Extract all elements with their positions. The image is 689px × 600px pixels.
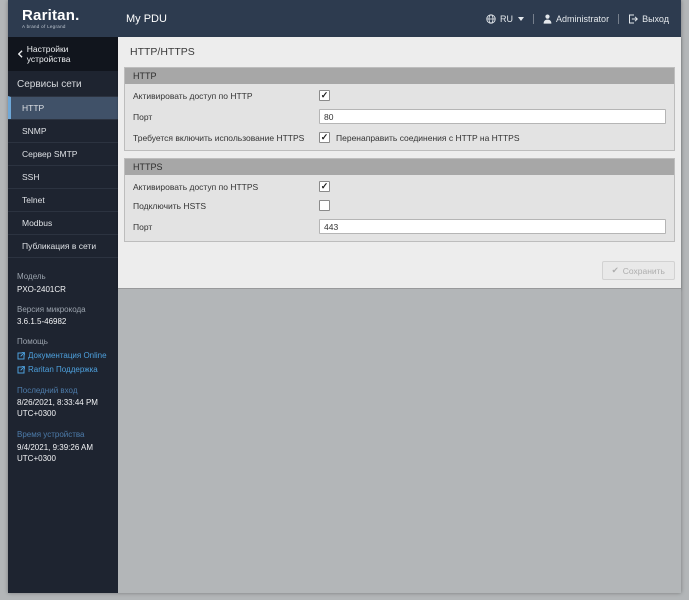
logout-button[interactable]: Выход [628, 14, 669, 24]
sidebar-item-http[interactable]: HTTP [8, 96, 118, 119]
https-port-input[interactable] [319, 219, 666, 234]
https-enable-checkbox[interactable]: ✓ [319, 181, 330, 192]
background-area [118, 289, 681, 593]
external-link-icon [17, 366, 25, 374]
row-http-enable: Активировать доступ по HTTP ✓ [125, 86, 674, 105]
external-link-icon [17, 352, 25, 360]
main-area: HTTP/HTTPS HTTP Активировать доступ по H… [118, 37, 681, 593]
sidebar-nav: HTTP SNMP Сервер SMTP SSH Telnet Modbus … [8, 96, 118, 258]
https-enable-label: Активировать доступ по HTTPS [133, 181, 259, 192]
http-enable-label: Активировать доступ по HTTP [133, 90, 253, 101]
globe-icon [486, 13, 496, 24]
https-port-label: Порт [133, 221, 153, 232]
page-title: HTTP/HTTPS [130, 46, 195, 58]
sidebar-item-modbus[interactable]: Modbus [8, 211, 118, 234]
raritan-logo: Raritan. A brand of Legrand [8, 8, 118, 29]
language-label: RU [500, 13, 514, 24]
logout-icon [629, 14, 639, 23]
user-icon [543, 14, 552, 24]
row-hsts-enable: Подключить HSTS [125, 196, 674, 215]
last-login-label: Последний вход [17, 385, 78, 395]
http-port-label: Порт [133, 111, 153, 122]
last-login-value: 8/26/2021, 8:33:44 PM UTC+0300 [17, 398, 98, 419]
save-button[interactable]: ✔ Сохранить [601, 261, 675, 280]
model-label: Модель [17, 272, 46, 281]
link-online-documentation[interactable]: Документация Online [17, 351, 109, 362]
back-link-label: Настройки устройства [26, 44, 71, 64]
firmware-value: 3.6.1.5-46982 [17, 317, 67, 327]
row-https-port: Порт [125, 215, 674, 238]
group-http: HTTP Активировать доступ по HTTP ✓ Порт [124, 67, 675, 151]
logo-tagline: A brand of Legrand [22, 24, 66, 29]
http-enable-checkbox[interactable]: ✓ [319, 90, 330, 101]
sidebar-item-telnet[interactable]: Telnet [8, 188, 118, 211]
help-label: Помощь [17, 337, 48, 347]
logo-brand-text: Raritan. [22, 7, 80, 24]
language-selector[interactable]: RU [486, 13, 525, 24]
http-port-input[interactable] [319, 109, 666, 124]
app-window: Raritan. A brand of Legrand My PDU RU Ad… [8, 0, 681, 593]
save-button-label: Сохранить [622, 265, 665, 276]
hsts-enable-checkbox[interactable] [319, 200, 330, 211]
chevron-down-icon [518, 16, 525, 21]
user-menu[interactable]: Administrator [543, 14, 609, 24]
top-bar: Raritan. A brand of Legrand My PDU RU Ad… [8, 0, 681, 37]
topbar-right: RU Administrator Выход [486, 13, 681, 24]
device-time-value: 9/4/2021, 9:39:26 AM UTC+0300 [17, 442, 94, 463]
group-http-header: HTTP [125, 68, 674, 84]
model-value: PXO-2401CR [17, 284, 66, 294]
chevron-left-icon [18, 50, 23, 58]
device-time-label: Время устройства [17, 429, 85, 439]
user-name-label: Administrator [556, 13, 610, 24]
http-redirect-checkbox[interactable]: ✓ [319, 132, 330, 143]
link-raritan-support[interactable]: Raritan Поддержка [17, 365, 109, 376]
app-title: My PDU [126, 12, 167, 25]
group-https-header: HTTPS [125, 159, 674, 175]
hsts-enable-label: Подключить HSTS [133, 200, 207, 211]
row-http-redirect: Требуется включить использование HTTPS ✓… [125, 128, 674, 147]
firmware-label: Версия микрокода [17, 304, 86, 314]
sidebar-item-ssh[interactable]: SSH [8, 165, 118, 188]
row-https-enable: Активировать доступ по HTTPS ✓ [125, 177, 674, 196]
sidebar: Настройки устройства Сервисы сети HTTP S… [8, 37, 118, 593]
http-redirect-label: Требуется включить использование HTTPS [133, 132, 305, 143]
check-icon: ✔ [611, 265, 619, 275]
back-link-device-settings[interactable]: Настройки устройства [8, 37, 118, 71]
row-http-port: Порт [125, 105, 674, 128]
http-redirect-inline-label: Перенаправить соединения с HTTP на HTTPS [336, 132, 520, 143]
divider [618, 13, 620, 24]
logout-label: Выход [642, 13, 669, 24]
sidebar-item-smtp-server[interactable]: Сервер SMTP [8, 142, 118, 165]
content-panel: HTTP/HTTPS HTTP Активировать доступ по H… [118, 37, 681, 289]
divider [533, 13, 535, 24]
sidebar-section-title: Сервисы сети [17, 79, 82, 90]
panel-footer: ✔ Сохранить [118, 249, 681, 283]
link-online-documentation-label: Документация Online [28, 350, 107, 360]
link-raritan-support-label: Raritan Поддержка [28, 364, 98, 374]
sidebar-item-network-publishing[interactable]: Публикация в сети [8, 234, 118, 257]
group-https: HTTPS Активировать доступ по HTTPS ✓ Под… [124, 158, 675, 242]
sidebar-info: Модель PXO-2401CR Версия микрокода 3.6.1… [8, 258, 118, 464]
sidebar-item-snmp[interactable]: SNMP [8, 119, 118, 142]
